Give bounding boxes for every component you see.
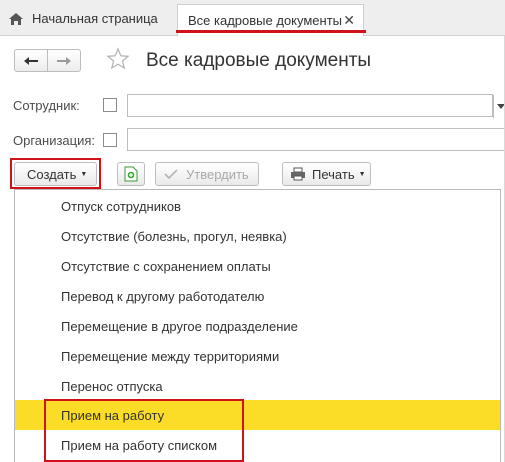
close-tab-icon[interactable]: ✕: [343, 12, 355, 29]
add-document-button[interactable]: [117, 162, 145, 186]
page-title: Все кадровые документы: [146, 50, 372, 71]
tab-home[interactable]: Начальная страница: [8, 3, 174, 34]
organization-checkbox[interactable]: [103, 133, 117, 147]
menu-item[interactable]: Перевод к другому работодателю: [15, 281, 500, 311]
print-button-label: Печать: [312, 166, 355, 182]
caret-down-icon: ▼: [358, 170, 366, 178]
printer-icon: [291, 167, 305, 181]
employee-input[interactable]: [127, 94, 493, 117]
approve-button[interactable]: Утвердить: [155, 162, 259, 186]
checkmark-icon: [164, 169, 178, 179]
back-button[interactable]: [14, 49, 48, 72]
add-document-icon: [124, 166, 138, 182]
arrow-left-icon: [24, 56, 38, 65]
forward-button[interactable]: [47, 49, 81, 72]
menu-item[interactable]: Отпуск сотрудников: [15, 191, 500, 221]
approve-button-label: Утвердить: [186, 166, 249, 182]
menu-item[interactable]: Перемещение между территориями: [15, 341, 500, 371]
print-button[interactable]: Печать ▼: [282, 162, 371, 186]
employee-label: Сотрудник:: [13, 98, 80, 113]
organization-input[interactable]: [127, 128, 505, 151]
menu-items-highlight: [44, 399, 244, 462]
menu-item[interactable]: Перемещение в другое подразделение: [15, 311, 500, 341]
create-button-highlight: [10, 158, 101, 189]
employee-checkbox[interactable]: [103, 98, 117, 112]
arrow-right-icon: [57, 56, 71, 65]
home-icon: [9, 12, 23, 25]
tab-bar: Начальная страница Все кадровые документ…: [0, 0, 505, 36]
menu-item[interactable]: Перенос отпуска: [15, 371, 500, 401]
menu-item[interactable]: Отсутствие (болезнь, прогул, неявка): [15, 221, 500, 251]
active-tab-underline: [176, 30, 366, 33]
organization-label: Организация:: [13, 133, 96, 148]
tab-hr-documents-label: Все кадровые документы: [188, 13, 343, 28]
favorite-star-icon[interactable]: [106, 47, 130, 71]
menu-item[interactable]: Отсутствие с сохранением оплаты: [15, 251, 500, 281]
tab-home-label: Начальная страница: [32, 11, 158, 26]
